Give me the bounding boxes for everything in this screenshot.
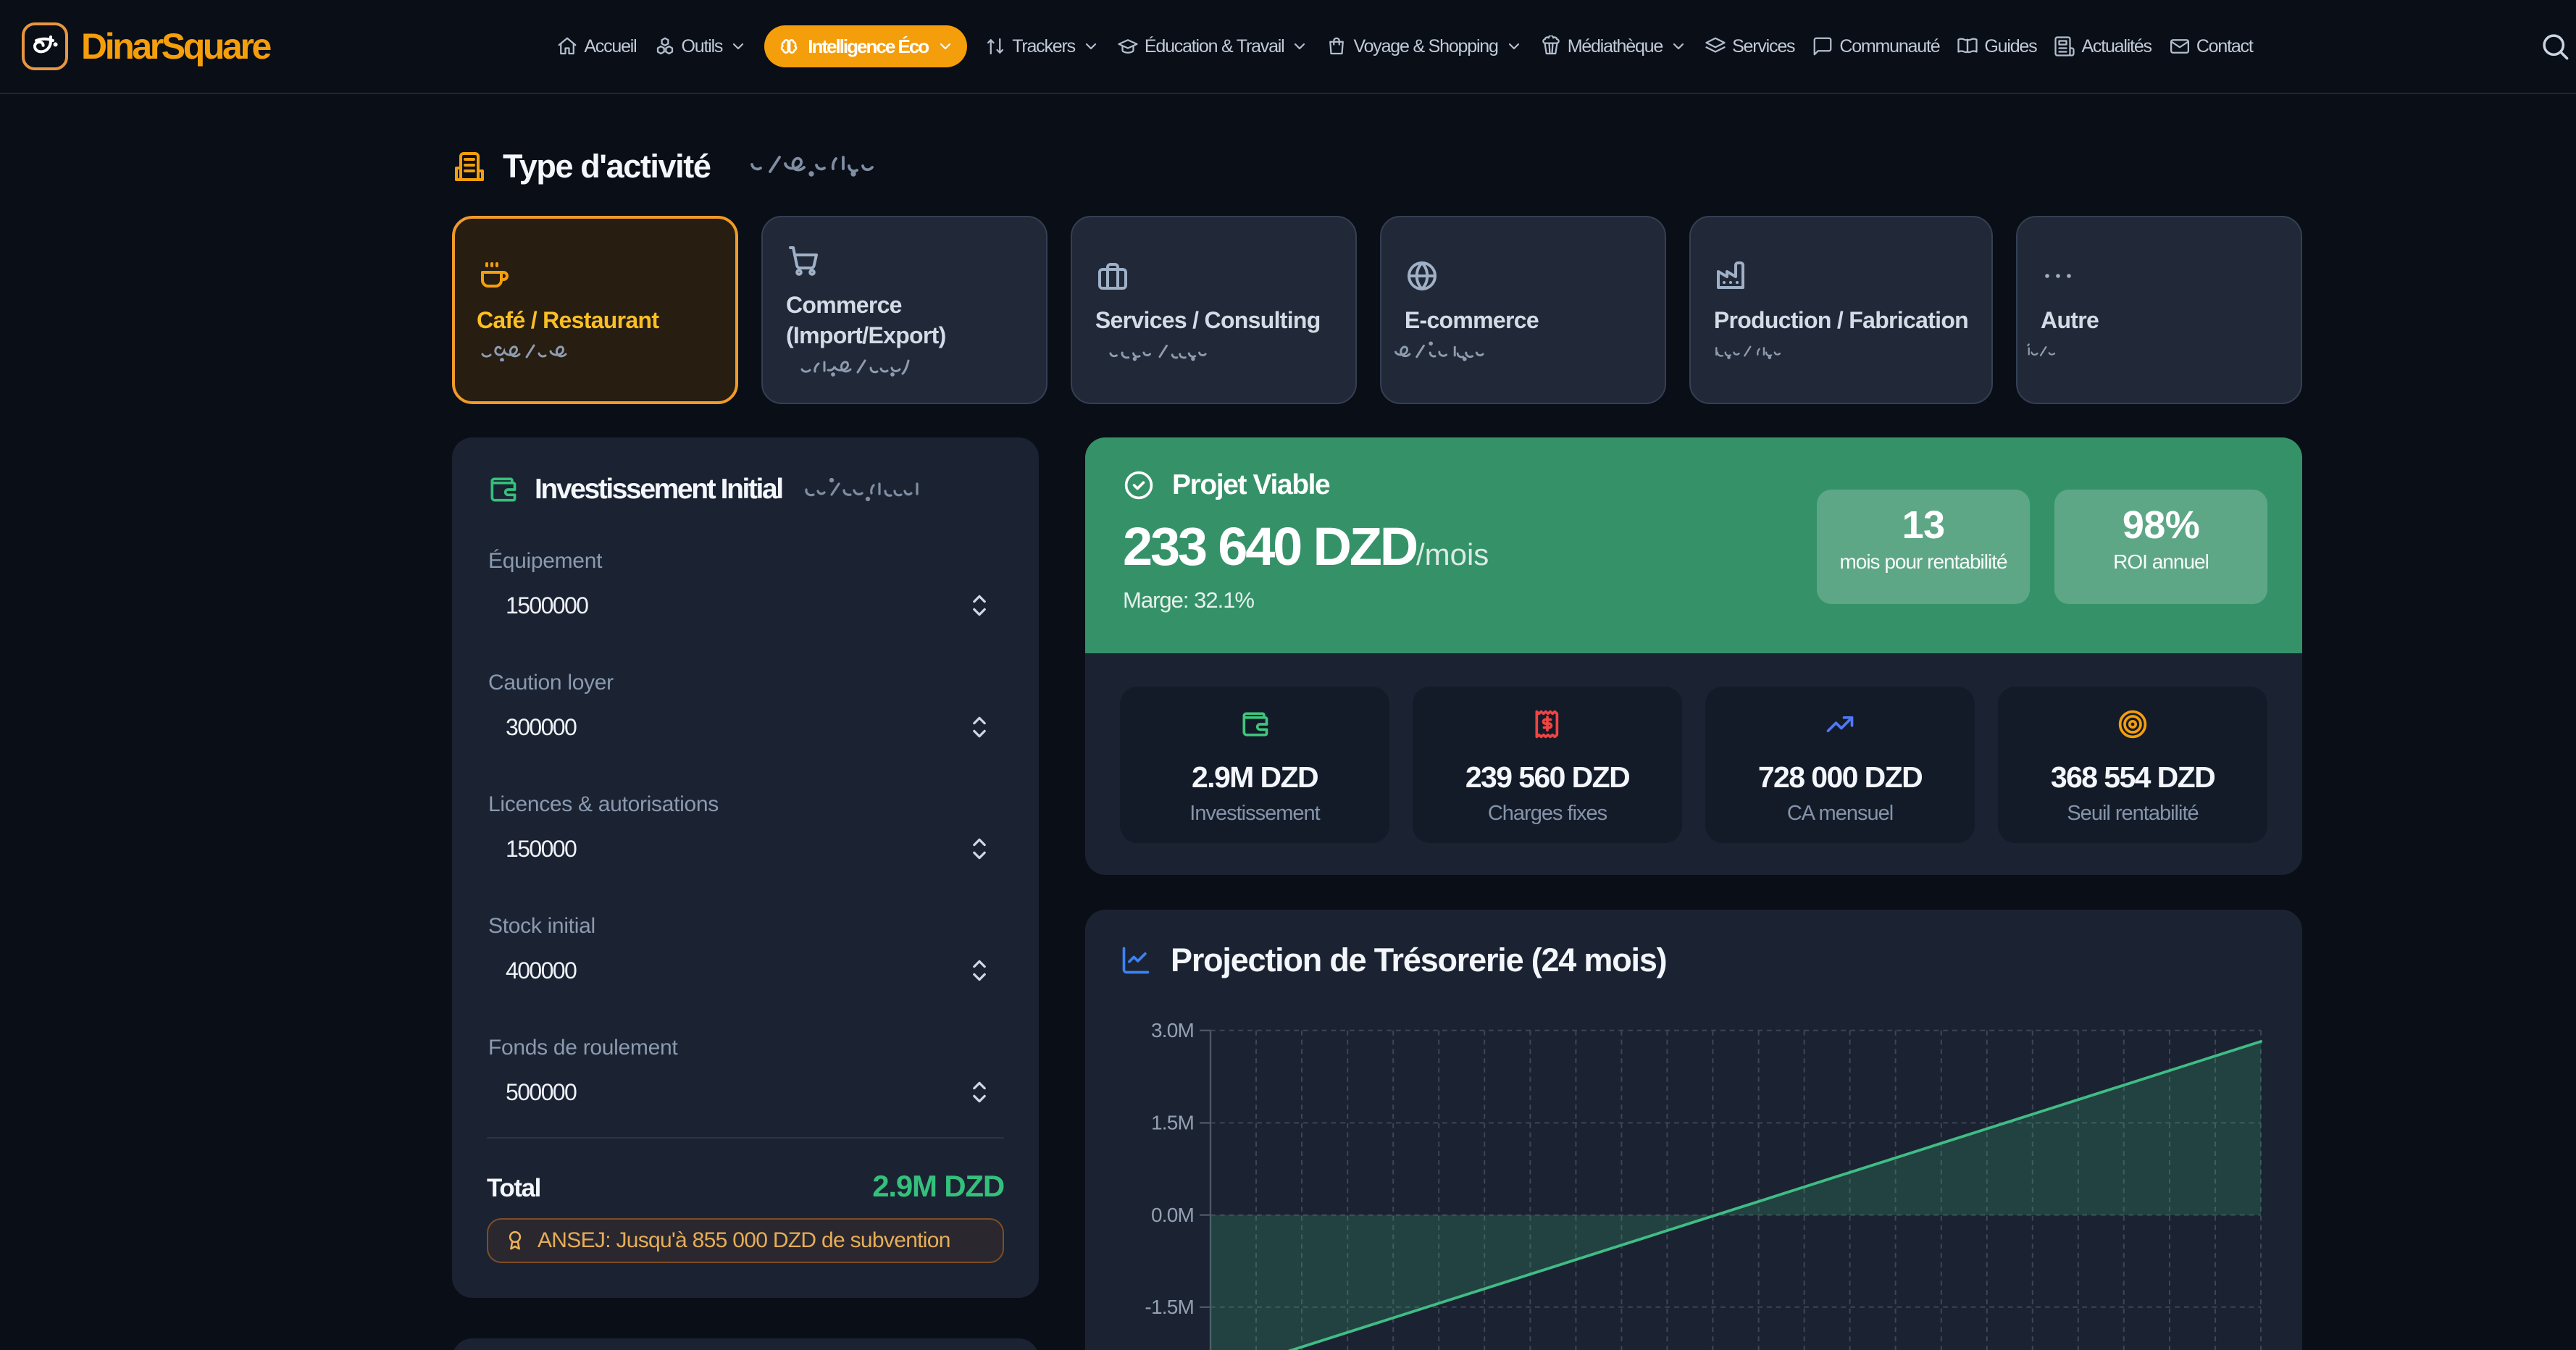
svg-text:1.5M: 1.5M [1151, 1112, 1194, 1134]
svg-text:3.0M: 3.0M [1151, 1019, 1194, 1041]
svg-text:0.0M: 0.0M [1151, 1204, 1194, 1226]
svg-text:-1.5M: -1.5M [1145, 1296, 1194, 1318]
